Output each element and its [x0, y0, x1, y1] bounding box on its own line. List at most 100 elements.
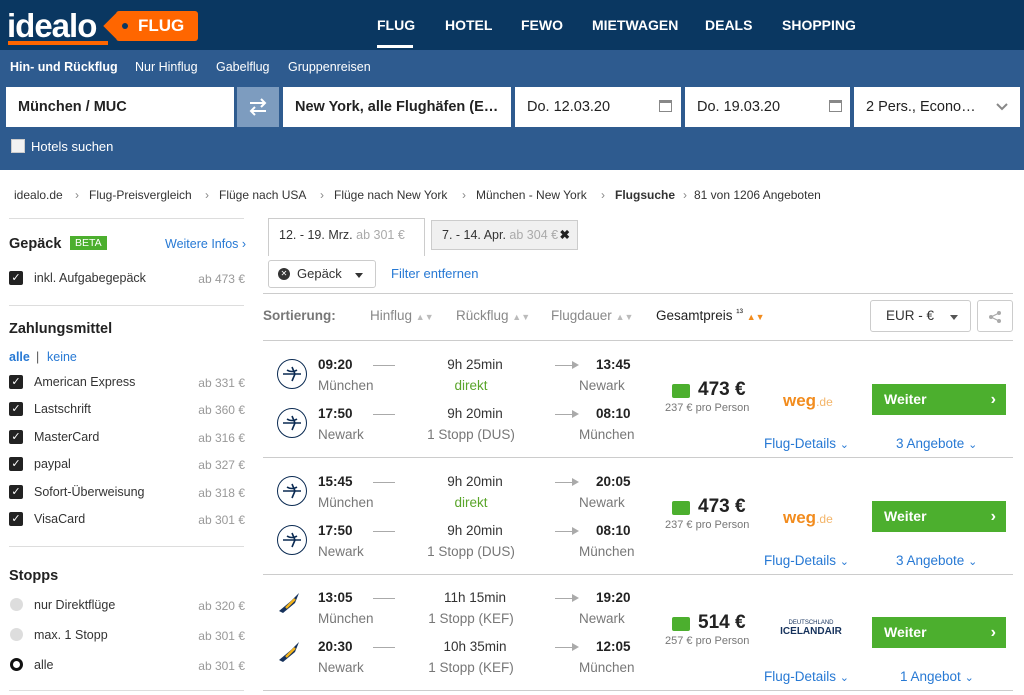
payment-checkbox[interactable]: ✓ — [9, 430, 23, 444]
payment-checkbox[interactable]: ✓ — [9, 457, 23, 471]
breadcrumb-fluege-usa[interactable]: Flüge nach USA — [219, 188, 306, 202]
breadcrumb-fluege-new-york[interactable]: Flüge nach New York — [334, 188, 447, 202]
provider-logo: weg.de — [783, 391, 833, 410]
sort-gesamtpreis-label: Gesamtpreis — [656, 308, 733, 323]
origin-input[interactable]: München / MUC — [6, 87, 234, 127]
remove-filter-icon[interactable]: ✕ — [278, 268, 290, 280]
arrival-time: 13:45 — [596, 357, 631, 372]
payment-checkbox[interactable]: ✓ — [9, 375, 23, 389]
trip-type-roundtrip[interactable]: Hin- und Rückflug — [10, 60, 118, 74]
stops-radio[interactable] — [10, 628, 23, 641]
nav-hotel[interactable]: HOTEL — [445, 17, 492, 33]
sort-gesamtpreis[interactable]: Gesamtpreis ¹³ ▲▼ — [656, 308, 765, 323]
stops-title: Stopps — [9, 568, 59, 584]
trip-type-multicity[interactable]: Gabelflug — [216, 60, 270, 74]
stops-option-label: max. 1 Stopp — [34, 628, 108, 642]
gepaeck-filter-chip[interactable]: ✕ Gepäck — [268, 260, 376, 288]
payment-option-price: ab 301 € — [198, 513, 245, 527]
hotels-checkbox[interactable] — [11, 139, 25, 153]
payment-checkbox[interactable]: ✓ — [9, 402, 23, 416]
sort-rueckflug-label: Rückflug — [456, 308, 509, 323]
offers-link[interactable]: 1 Angebot ⌄ — [900, 669, 974, 684]
flight-result-card[interactable]: 15:45 München 9h 20min direkt 20:05 Newark 17:… — [263, 458, 1013, 575]
swap-button[interactable] — [237, 87, 279, 127]
flight-details-link[interactable]: Flug-Details ⌄ — [764, 436, 849, 451]
arrival-time: 08:10 — [596, 523, 631, 538]
offers-link[interactable]: 3 Angebote ⌄ — [896, 553, 977, 568]
remove-filter-link[interactable]: Filter entfernen — [391, 266, 478, 281]
more-info-link[interactable]: Weitere Infos › — [165, 237, 246, 251]
breadcrumb-flug-preisvergleich[interactable]: Flug-Preisvergleich — [89, 188, 192, 202]
date-tab-active[interactable]: 12. - 19. Mrz. ab 301 € — [268, 218, 425, 256]
flight-details-link[interactable]: Flug-Details ⌄ — [764, 669, 849, 684]
flight-duration: 9h 20min — [395, 474, 555, 489]
breadcrumb-route[interactable]: München - New York — [476, 188, 587, 202]
currency-select[interactable]: EUR - € — [870, 300, 971, 332]
arrival-time: 20:05 — [596, 474, 631, 489]
sort-rueckflug[interactable]: Rückflug ▲▼ — [456, 308, 530, 323]
arrival-airport: Newark — [579, 378, 625, 393]
price-per-person: 237 € pro Person — [665, 402, 750, 414]
flight-result-card[interactable]: 09:20 München 9h 25min direkt 13:45 Newark 17:… — [263, 341, 1013, 458]
divider — [9, 218, 244, 219]
hotels-label[interactable]: Hotels suchen — [31, 139, 113, 154]
flight-duration: 10h 35min — [395, 639, 555, 654]
divider — [9, 546, 244, 547]
nav-flug[interactable]: FLUG — [377, 17, 415, 33]
departure-time: 13:05 — [318, 590, 353, 605]
chevron-right-icon: › — [990, 391, 996, 408]
weiter-button-label: Weiter — [884, 508, 927, 524]
payment-separator: | — [36, 350, 40, 364]
flight-duration: 9h 20min — [395, 523, 555, 538]
depart-date-input[interactable]: Do. 12.03.20 — [515, 87, 681, 127]
breadcrumb-idealo[interactable]: idealo.de — [14, 188, 63, 202]
sort-flugdauer-label: Flugdauer — [551, 308, 612, 323]
arrow-right-icon — [572, 643, 579, 651]
flight-result-card[interactable]: 13:05 München 11h 15min 1 Stopp (KEF) 19:20 N… — [263, 574, 1013, 691]
date-tab-price: ab 304 € — [509, 228, 559, 242]
weiter-button[interactable]: Weiter › — [872, 617, 1006, 648]
trip-type-oneway[interactable]: Nur Hinflug — [135, 60, 198, 74]
nav-deals[interactable]: DEALS — [705, 17, 752, 33]
idealo-logo[interactable]: idealo — [7, 7, 97, 45]
sort-arrows-icon: ▲▼ — [615, 312, 634, 322]
arrival-airport: München — [579, 660, 635, 675]
weiter-button[interactable]: Weiter › — [872, 384, 1006, 415]
arrival-airport: München — [579, 544, 635, 559]
trip-type-group[interactable]: Gruppenreisen — [288, 60, 371, 74]
stops-radio-selected[interactable] — [10, 658, 23, 671]
arrow-right-icon — [572, 527, 579, 535]
price-per-person: 237 € pro Person — [665, 519, 750, 531]
payment-checkbox[interactable]: ✓ — [9, 485, 23, 499]
payment-option-price: ab 316 € — [198, 431, 245, 445]
sort-flugdauer[interactable]: Flugdauer ▲▼ — [551, 308, 633, 323]
logo-underline — [8, 41, 108, 45]
icelandair-logo — [277, 591, 301, 620]
nav-shopping[interactable]: SHOPPING — [782, 17, 856, 33]
flug-badge-label: FLUG — [138, 16, 185, 35]
icelandair-logo — [277, 640, 301, 669]
offers-link[interactable]: 3 Angebote ⌄ — [896, 436, 977, 451]
return-date-input[interactable]: Do. 19.03.20 — [685, 87, 850, 127]
departure-time: 09:20 — [318, 357, 353, 372]
weiter-button[interactable]: Weiter › — [872, 501, 1006, 532]
close-icon[interactable]: ✖ — [560, 221, 570, 249]
sort-hinflug[interactable]: Hinflug ▲▼ — [370, 308, 434, 323]
divider — [9, 690, 244, 691]
stops-radio[interactable] — [10, 598, 23, 611]
flight-details-link[interactable]: Flug-Details ⌄ — [764, 553, 849, 568]
beta-badge: BETA — [70, 236, 107, 250]
baggage-checkbox[interactable]: ✓ — [9, 271, 23, 285]
flight-duration: 9h 20min — [395, 406, 555, 421]
payment-checkbox[interactable]: ✓ — [9, 512, 23, 526]
share-button[interactable] — [977, 300, 1013, 332]
nav-mietwagen[interactable]: MIETWAGEN — [592, 17, 678, 33]
nav-fewo[interactable]: FEWO — [521, 17, 563, 33]
departure-time: 17:50 — [318, 523, 353, 538]
payment-select-all[interactable]: alle — [9, 350, 30, 364]
payment-select-none[interactable]: keine — [47, 350, 77, 364]
destination-input[interactable]: New York, alle Flughäfen (E… — [283, 87, 511, 127]
divider — [9, 305, 244, 306]
date-tab[interactable]: 7. - 14. Apr. ab 304 € ✖ — [431, 220, 578, 250]
arrival-time: 08:10 — [596, 406, 631, 421]
